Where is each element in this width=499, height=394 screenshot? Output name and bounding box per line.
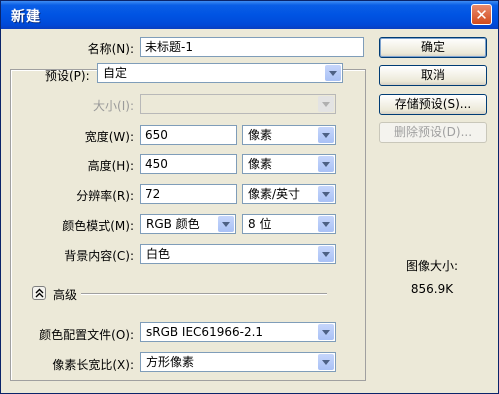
chevron-down-icon[interactable]	[318, 324, 334, 340]
background-select[interactable]: 白色	[140, 244, 336, 264]
delete-preset-button: 删除预设(D)...	[379, 122, 487, 143]
bit-depth-value: 8 位	[248, 217, 272, 231]
close-icon[interactable]: ✕	[471, 4, 492, 25]
chevron-down-icon[interactable]	[318, 354, 334, 370]
advanced-toggle[interactable]	[32, 286, 46, 300]
width-field[interactable]: 650	[140, 125, 237, 145]
chevron-down-icon[interactable]	[318, 246, 334, 262]
advanced-divider	[81, 293, 327, 295]
collapse-chevron-icon	[35, 288, 44, 298]
color-profile-select[interactable]: sRGB IEC61966-2.1	[140, 322, 336, 342]
pixel-aspect-select[interactable]: 方形像素	[140, 352, 336, 372]
name-field[interactable]: 未标题-1	[140, 37, 364, 57]
height-unit-value: 像素	[248, 157, 273, 171]
chevron-down-icon[interactable]	[318, 127, 334, 143]
preset-value: 自定	[103, 66, 128, 80]
bit-depth-select[interactable]: 8 位	[242, 214, 336, 234]
chevron-down-icon[interactable]	[318, 186, 334, 202]
image-size-label: 图像大小:	[405, 259, 459, 273]
width-unit-value: 像素	[248, 128, 273, 142]
pixel-aspect-label: 像素长宽比(X):	[52, 358, 134, 372]
image-size-value: 856.9K	[410, 282, 454, 296]
chevron-down-icon[interactable]	[318, 216, 334, 232]
dialog-title: 新建	[11, 9, 41, 25]
color-mode-label: 颜色模式(M):	[62, 219, 134, 233]
ok-button[interactable]: 确定	[379, 37, 487, 58]
cancel-button[interactable]: 取消	[379, 65, 487, 86]
color-profile-label: 颜色配置文件(O):	[39, 328, 134, 342]
chevron-down-icon	[318, 96, 334, 112]
width-label: 宽度(W):	[84, 130, 134, 144]
chevron-down-icon[interactable]	[318, 156, 334, 172]
chevron-down-icon[interactable]	[218, 216, 234, 232]
width-unit-select[interactable]: 像素	[242, 125, 336, 145]
size-select	[140, 94, 336, 114]
chevron-down-icon[interactable]	[325, 65, 341, 81]
resolution-unit-value: 像素/英寸	[248, 187, 301, 201]
color-mode-select[interactable]: RGB 颜色	[140, 214, 236, 234]
color-profile-value: sRGB IEC61966-2.1	[146, 325, 264, 339]
background-value: 白色	[146, 247, 171, 261]
resolution-unit-select[interactable]: 像素/英寸	[242, 184, 336, 204]
resolution-label: 分辨率(R):	[76, 189, 134, 203]
resolution-field[interactable]: 72	[140, 184, 237, 204]
preset-select[interactable]: 自定	[97, 63, 343, 83]
preset-label: 预设(P):	[45, 69, 90, 83]
pixel-aspect-value: 方形像素	[146, 355, 195, 369]
name-label: 名称(N):	[87, 42, 134, 56]
background-label: 背景内容(C):	[64, 249, 134, 263]
title-bar[interactable]: 新建 ✕	[1, 1, 498, 29]
save-preset-button[interactable]: 存储预设(S)...	[379, 94, 487, 115]
advanced-label: 高级	[53, 288, 78, 302]
new-document-dialog: 新建 ✕ 名称(N): 未标题-1 预设(P): 自定 大小(I): 宽度(W)…	[0, 0, 499, 394]
height-label: 高度(H):	[87, 159, 134, 173]
size-label: 大小(I):	[93, 99, 134, 113]
height-unit-select[interactable]: 像素	[242, 154, 336, 174]
color-mode-value: RGB 颜色	[146, 217, 200, 231]
height-field[interactable]: 450	[140, 154, 237, 174]
